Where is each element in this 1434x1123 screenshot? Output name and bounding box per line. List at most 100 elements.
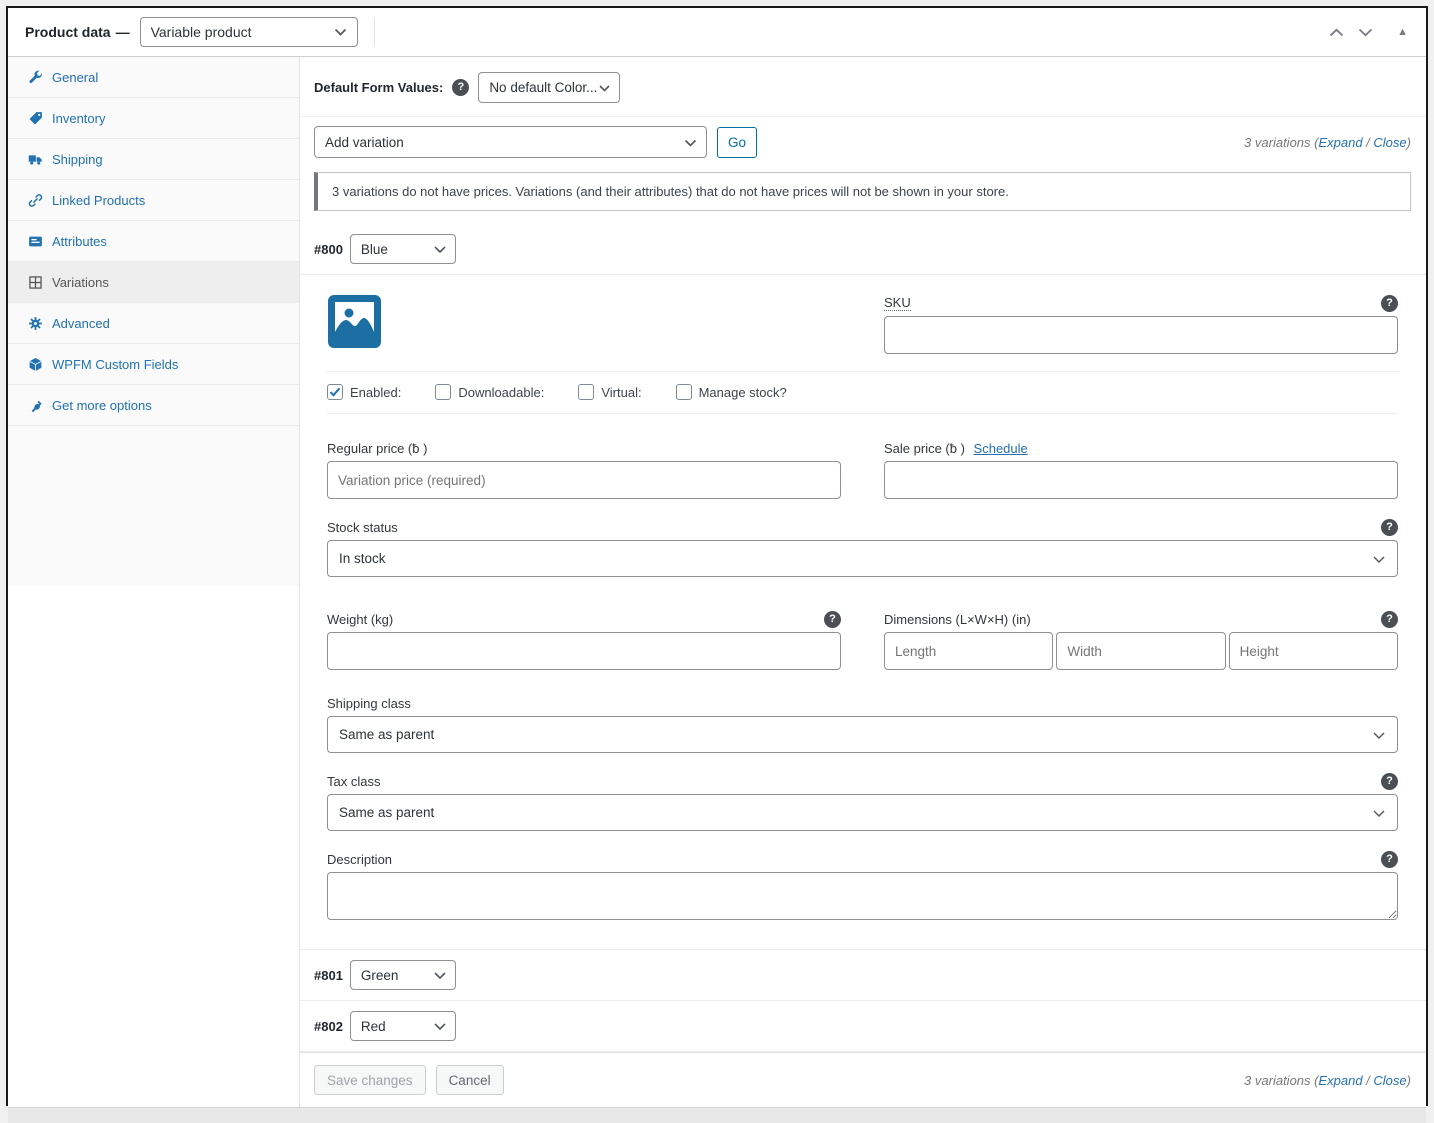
variation-attribute-select[interactable]: Green	[350, 960, 456, 990]
move-down-button[interactable]	[1358, 28, 1373, 37]
expand-link[interactable]: Expand	[1318, 1073, 1362, 1088]
regular-price-input[interactable]	[327, 461, 841, 499]
save-changes-button[interactable]: Save changes	[314, 1065, 426, 1095]
downloadable-checkbox[interactable]: Downloadable:	[435, 384, 544, 400]
variation-attribute-select[interactable]: Red	[350, 1011, 456, 1041]
regular-price-label: Regular price (ƀ )	[327, 441, 427, 456]
checkbox-label: Manage stock?	[699, 385, 787, 400]
tab-linked-products[interactable]: Linked Products	[8, 180, 299, 221]
default-color-value: No default Color...	[489, 80, 597, 95]
tab-shipping[interactable]: Shipping	[8, 139, 299, 180]
height-input[interactable]	[1229, 632, 1398, 670]
summary-prefix: 3 variations (	[1244, 135, 1318, 150]
shipping-class-value: Same as parent	[339, 727, 434, 742]
stock-status-value: In stock	[339, 551, 386, 566]
width-input[interactable]	[1056, 632, 1225, 670]
add-variation-select[interactable]: Add variation	[314, 126, 707, 158]
chevron-down-icon	[434, 246, 446, 254]
gear-icon	[28, 316, 43, 331]
chevron-down-icon	[1373, 556, 1385, 564]
chevron-down-icon	[334, 28, 347, 36]
variation-attribute-select[interactable]: Blue	[350, 234, 456, 264]
grid-icon	[28, 275, 43, 290]
variation-flags-row: Enabled: Downloadable: Virtual: Manage s…	[327, 371, 1398, 414]
metabox-header: Product data — Variable product ▲	[8, 8, 1426, 57]
default-color-select[interactable]: No default Color...	[478, 72, 620, 103]
help-icon[interactable]: ?	[1381, 295, 1398, 312]
no-prices-notice: 3 variations do not have prices. Variati…	[314, 172, 1411, 211]
variation-attribute-value: Green	[361, 968, 399, 983]
product-type-value: Variable product	[151, 24, 252, 40]
chevron-down-icon	[1358, 28, 1373, 37]
expand-link[interactable]: Expand	[1318, 135, 1362, 150]
tab-variations[interactable]: Variations	[8, 262, 299, 303]
move-up-button[interactable]	[1329, 28, 1344, 37]
product-data-tabs: General Inventory Shipping Linked Produc…	[8, 57, 300, 1107]
cancel-button[interactable]: Cancel	[436, 1065, 504, 1095]
help-icon[interactable]: ?	[1381, 519, 1398, 536]
variations-footer: Save changes Cancel 3 variations (Expand…	[300, 1052, 1426, 1107]
help-icon[interactable]: ?	[1381, 611, 1398, 628]
tab-label: Get more options	[52, 398, 152, 413]
tab-inventory[interactable]: Inventory	[8, 98, 299, 139]
link-icon	[28, 193, 43, 208]
tab-general[interactable]: General	[8, 57, 299, 98]
variation-row-802: #802 Red	[300, 1001, 1426, 1052]
help-icon[interactable]: ?	[824, 611, 841, 628]
header-divider	[374, 18, 375, 46]
schedule-link[interactable]: Schedule	[974, 441, 1028, 456]
sku-input[interactable]	[884, 316, 1398, 354]
close-link[interactable]: Close	[1373, 1073, 1406, 1088]
chevron-down-icon	[599, 85, 610, 92]
weight-label: Weight (kg)	[327, 612, 393, 627]
page-title: Product data	[25, 24, 111, 40]
manage-stock-checkbox[interactable]: Manage stock?	[676, 384, 787, 400]
tab-attributes[interactable]: Attributes	[8, 221, 299, 262]
variation-row-801: #801 Green	[300, 949, 1426, 1001]
stock-status-select[interactable]: In stock	[327, 540, 1398, 577]
virtual-checkbox[interactable]: Virtual:	[578, 384, 641, 400]
weight-input[interactable]	[327, 632, 841, 670]
sale-price-input[interactable]	[884, 461, 1398, 499]
checkbox-label: Virtual:	[601, 385, 641, 400]
description-textarea[interactable]	[327, 872, 1398, 920]
tax-class-select[interactable]: Same as parent	[327, 794, 1398, 831]
truck-icon	[28, 152, 43, 167]
help-icon[interactable]: ?	[452, 79, 469, 96]
checkbox-label: Enabled:	[350, 385, 401, 400]
length-input[interactable]	[884, 632, 1053, 670]
variation-id: #802	[314, 1019, 343, 1034]
tab-label: Advanced	[52, 316, 110, 331]
summary-separator: /	[1363, 135, 1374, 150]
enabled-checkbox[interactable]: Enabled:	[327, 384, 401, 400]
title-dash: —	[116, 24, 130, 40]
variation-image-placeholder[interactable]	[327, 294, 382, 349]
help-icon[interactable]: ?	[1381, 773, 1398, 790]
product-type-select[interactable]: Variable product	[140, 17, 358, 47]
shipping-class-select[interactable]: Same as parent	[327, 716, 1398, 753]
variations-summary-bottom: 3 variations (Expand / Close)	[1244, 1073, 1411, 1088]
summary-suffix: )	[1407, 1073, 1411, 1088]
go-button[interactable]: Go	[717, 127, 757, 158]
checkbox-label: Downloadable:	[458, 385, 544, 400]
attributes-card-icon	[28, 234, 43, 249]
sku-label[interactable]: SKU	[884, 295, 911, 311]
description-label: Description	[327, 852, 392, 867]
help-icon[interactable]: ?	[1381, 851, 1398, 868]
tab-label: Attributes	[52, 234, 107, 249]
chevron-down-icon	[434, 972, 446, 980]
chevron-down-icon	[1373, 810, 1385, 818]
tab-advanced[interactable]: Advanced	[8, 303, 299, 344]
add-variation-value: Add variation	[325, 135, 404, 150]
variations-panel: Default Form Values: ? No default Color.…	[300, 57, 1426, 1107]
close-link[interactable]: Close	[1373, 135, 1406, 150]
tab-label: Shipping	[52, 152, 103, 167]
collapse-toggle-icon[interactable]: ▲	[1397, 26, 1408, 38]
tab-get-more-options[interactable]: Get more options	[8, 385, 299, 426]
wrench-icon	[28, 70, 43, 85]
summary-suffix: )	[1407, 135, 1411, 150]
variation-toolbar: Add variation Go 3 variations (Expand / …	[300, 117, 1426, 167]
tab-wpfm-custom-fields[interactable]: WPFM Custom Fields	[8, 344, 299, 385]
chevron-down-icon	[434, 1023, 446, 1031]
variations-summary-top: 3 variations (Expand / Close)	[1244, 135, 1411, 150]
